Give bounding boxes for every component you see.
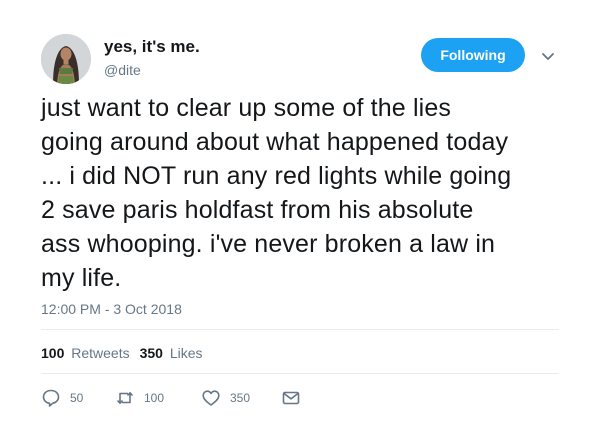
avatar-image [41, 34, 91, 84]
like-button[interactable]: 350 [201, 388, 250, 408]
tweet-card: yes, it's me. @dite Following just want … [0, 0, 600, 438]
envelope-icon [282, 391, 300, 405]
following-button[interactable]: Following [421, 38, 525, 72]
reply-icon [42, 389, 60, 407]
likes-label: Likes [169, 345, 203, 361]
tweet-timestamp[interactable]: 12:00 PM - 3 Oct 2018 [41, 300, 182, 318]
display-name[interactable]: yes, it's me. [104, 37, 200, 57]
tweet-text: just want to clear up some of the lies g… [41, 94, 512, 292]
divider [41, 329, 559, 330]
like-count: 350 [230, 391, 251, 405]
user-handle[interactable]: @dite [104, 61, 141, 79]
direct-message-button[interactable] [281, 388, 301, 408]
divider [41, 373, 559, 374]
retweet-count: 100 [144, 391, 165, 405]
likes-count: 350 [139, 345, 163, 361]
likes-stat[interactable]: 350 Likes [140, 344, 203, 362]
tweet-stats: 100 Retweets 350 Likes [41, 344, 203, 362]
retweets-label: Retweets [71, 345, 130, 361]
retweet-button[interactable]: 100 [115, 388, 164, 408]
retweets-stat[interactable]: 100 Retweets [41, 344, 130, 362]
retweets-count: 100 [41, 345, 65, 361]
retweet-icon [116, 392, 134, 404]
heart-icon [202, 390, 220, 406]
chevron-down-icon[interactable] [539, 47, 557, 65]
reply-button[interactable]: 50 [41, 388, 83, 408]
avatar[interactable] [41, 34, 91, 84]
reply-count: 50 [70, 391, 84, 405]
